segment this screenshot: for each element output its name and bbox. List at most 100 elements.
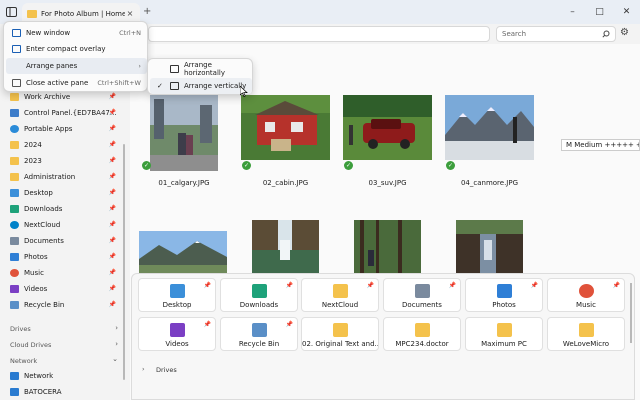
menu-item-label: New window (26, 29, 71, 37)
sidebar-item[interactable]: 2024 📌 (0, 137, 124, 152)
view-size-tooltip: M Medium +++++ + (561, 139, 640, 151)
sidebar-item[interactable]: Photos 📌 (0, 249, 124, 264)
sidebar-section-network[interactable]: Network (10, 357, 37, 365)
chevron-right-icon[interactable]: › (115, 324, 118, 332)
sidebar-item[interactable]: Recycle Bin 📌 (0, 297, 124, 312)
address-bar[interactable] (148, 26, 490, 42)
pin-icon: 📌 (285, 321, 293, 328)
quick-access-item-folder[interactable]: Maximum PC (465, 317, 543, 351)
sidebar-item-label: Recycle Bin (24, 300, 65, 309)
sync-check-icon: ✓ (446, 161, 455, 170)
photo-item[interactable]: ✓ 03_suv.JPG (343, 95, 432, 187)
download-icon (10, 204, 19, 213)
quick-access-item-recycle-bin[interactable]: 📌 Recycle Bin (220, 317, 298, 351)
drives-section-label[interactable]: Drives (156, 366, 177, 374)
photo-item[interactable]: ✓ 02_cabin.JPG (241, 95, 330, 187)
quick-access-item-videos[interactable]: 📌 Videos (138, 317, 216, 351)
folder-icon (333, 323, 348, 337)
sidebar-item-label: Videos (24, 284, 48, 293)
quick-access-item-folder[interactable]: 02. Original Text and... (301, 317, 379, 351)
chevron-right-icon: › (138, 62, 141, 70)
submenu-item-arrange-vertically[interactable]: ✓ Arrange vertically (150, 78, 252, 94)
folder-icon (497, 323, 512, 337)
chevron-right-icon[interactable]: › (142, 365, 145, 373)
photo-thumbnail[interactable] (354, 220, 421, 273)
quick-access-item-music[interactable]: 📌 Music (547, 278, 625, 312)
photo-thumbnail[interactable] (456, 220, 523, 273)
sidebar-section-drives[interactable]: Drives (10, 325, 31, 333)
sidebar-item[interactable]: Portable Apps 📌 (0, 121, 124, 136)
control-panel-icon (10, 108, 19, 117)
search-input[interactable]: Search (502, 30, 602, 38)
pin-icon: 📌 (108, 269, 116, 276)
photo-item[interactable]: ✓ 04_canmore.JPG (445, 95, 534, 187)
pin-icon: 📌 (108, 125, 116, 132)
pin-icon: 📌 (108, 157, 116, 164)
tab-close-icon[interactable]: × (125, 9, 135, 18)
search-box[interactable]: Search (496, 26, 616, 42)
quick-access-label: WeLoveMicro (562, 340, 610, 348)
sidebar-item[interactable]: Desktop 📌 (0, 185, 124, 200)
quick-access-label: Maximum PC (481, 340, 527, 348)
quick-access-item-folder[interactable]: MPC234.doctor (383, 317, 461, 351)
quick-access-item-nextcloud[interactable]: 📌 NextCloud (301, 278, 379, 312)
minimize-button[interactable]: – (559, 0, 586, 24)
photo-filename: 03_suv.JPG (368, 179, 407, 187)
photo-item[interactable]: ✓ 01_calgary.JPG (142, 95, 218, 187)
menu-item-compact-overlay[interactable]: Enter compact overlay (6, 41, 147, 57)
menu-item-label: Close active pane (26, 79, 89, 87)
sidebar-item-label: Photos (24, 252, 48, 261)
photo-thumbnail[interactable] (139, 231, 227, 273)
quick-access-label: Documents (402, 301, 442, 309)
photo-thumbnail[interactable] (252, 220, 319, 273)
sidebar-scrollbar[interactable] (123, 144, 125, 380)
checkmark-icon: ✓ (157, 82, 163, 90)
maximize-button[interactable]: □ (586, 0, 613, 24)
settings-gear-icon[interactable]: ⚙ (620, 27, 629, 38)
sidebar-item[interactable]: Documents 📌 (0, 233, 124, 248)
search-icon (602, 30, 610, 38)
quick-access-item-photos[interactable]: 📌 Photos (465, 278, 543, 312)
quick-access-item-downloads[interactable]: 📌 Downloads (220, 278, 298, 312)
sidebar-section-cloud-drives[interactable]: Cloud Drives (10, 341, 51, 349)
quick-access-item-desktop[interactable]: 📌 Desktop (138, 278, 216, 312)
submenu-item-arrange-horizontally[interactable]: Arrange horizontally (150, 61, 252, 77)
folder-icon (27, 9, 37, 18)
close-pane-icon (12, 79, 21, 87)
documents-icon (10, 236, 19, 245)
new-tab-button[interactable]: + (143, 6, 151, 17)
pin-icon: 📌 (108, 93, 116, 100)
menu-item-arrange-panes[interactable]: Arrange panes › (6, 58, 147, 74)
sidebar-item[interactable]: NextCloud 📌 (0, 217, 124, 232)
photos-icon (497, 284, 512, 298)
sidebar-item[interactable]: Music 📌 (0, 265, 124, 280)
arrange-panes-submenu: Arrange horizontally ✓ Arrange verticall… (147, 58, 253, 95)
chevron-down-icon[interactable]: ⌄ (112, 355, 118, 363)
desktop-icon (170, 284, 185, 298)
sidebar-item[interactable]: 2023 📌 (0, 153, 124, 168)
sidebar-item-network[interactable]: Network (0, 368, 124, 383)
sidebar-item[interactable]: Videos 📌 (0, 281, 124, 296)
quick-access-item-documents[interactable]: 📌 Documents (383, 278, 461, 312)
sidebar-item[interactable]: Control Panel.{ED7BA47... 📌 (0, 105, 124, 120)
sidebar-item[interactable]: Administration 📌 (0, 169, 124, 184)
quick-access-label: MPC234.doctor (395, 340, 449, 348)
quick-access-item-folder[interactable]: WeLoveMicro (547, 317, 625, 351)
chevron-right-icon[interactable]: › (115, 340, 118, 348)
menu-item-close-active-pane[interactable]: Close active pane Ctrl+Shift+W (6, 75, 147, 91)
quick-access-label: 02. Original Text and... (302, 340, 378, 348)
file-explorer-window: For Photo Album | Home × + – □ ✕ Search … (0, 0, 640, 400)
sync-check-icon: ✓ (242, 161, 251, 170)
quick-access-label: NextCloud (321, 301, 359, 309)
panel-scrollbar[interactable] (630, 283, 632, 343)
close-window-button[interactable]: ✕ (613, 0, 640, 24)
window-icon (12, 29, 21, 37)
menu-item-new-window[interactable]: New window Ctrl+N (6, 25, 147, 41)
sidebar-item-batocera[interactable]: BATOCERA (0, 384, 124, 399)
sidebar-item-label: Desktop (24, 188, 53, 197)
sidebar-item[interactable]: Downloads 📌 (0, 201, 124, 216)
pin-icon: 📌 (612, 282, 620, 289)
nextcloud-icon (10, 220, 19, 229)
folder-icon (415, 323, 430, 337)
sidebar-item-label: Music (24, 268, 44, 277)
